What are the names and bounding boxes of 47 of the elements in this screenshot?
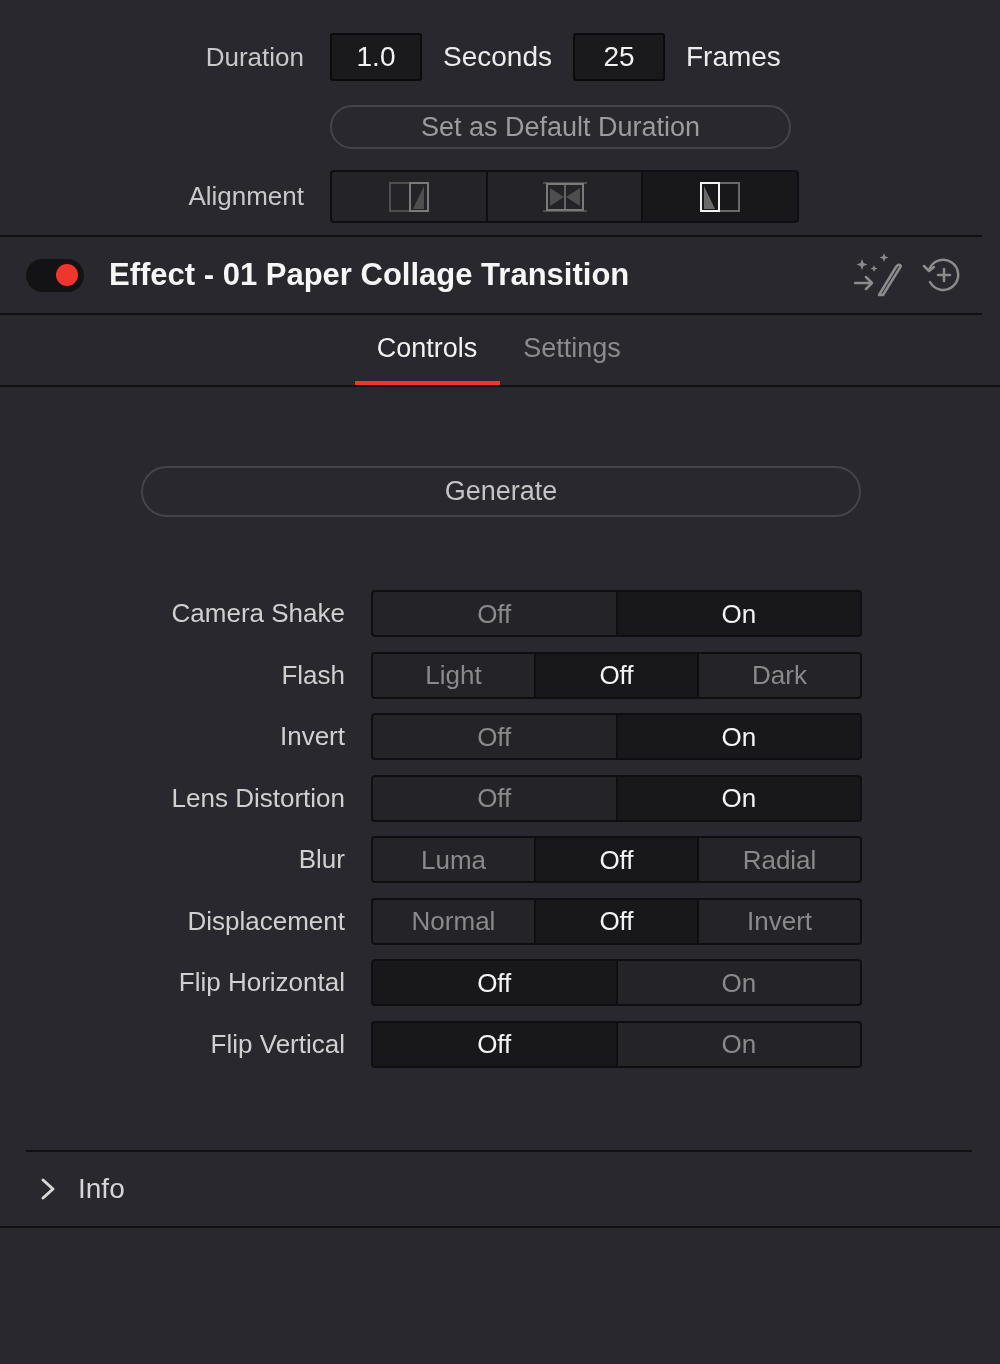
- segment-option[interactable]: On: [617, 961, 860, 1004]
- segment-option[interactable]: Off: [373, 961, 616, 1004]
- info-section-toggle[interactable]: Info: [0, 1151, 300, 1226]
- bowtie-frame-icon: [542, 181, 587, 212]
- segment-option[interactable]: Luma: [373, 838, 534, 881]
- magic-wand-button[interactable]: [854, 253, 902, 297]
- split-box-left-icon: [700, 181, 741, 212]
- alignment-option[interactable]: [643, 172, 797, 221]
- segment-option[interactable]: Off: [536, 838, 697, 881]
- control-label: Flip Horizontal: [177, 966, 345, 999]
- segment-option[interactable]: On: [617, 1022, 860, 1066]
- control-label: Flip Vertical: [209, 1027, 345, 1061]
- segment-option[interactable]: Off: [373, 776, 616, 820]
- segment-option[interactable]: Off: [373, 1022, 616, 1066]
- duration-label: Duration: [204, 40, 304, 74]
- control-label: Flash: [280, 658, 345, 692]
- frames-label: Frames: [685, 40, 781, 74]
- segment-option[interactable]: Off: [373, 592, 616, 635]
- segment-option[interactable]: Light: [373, 653, 534, 697]
- magic-wand-icon: [854, 253, 902, 297]
- segment-option[interactable]: On: [617, 776, 860, 820]
- reset-button[interactable]: [922, 258, 960, 292]
- alignment-label: Alignment: [187, 180, 304, 213]
- segment-option[interactable]: Radial: [699, 838, 860, 881]
- segment-option[interactable]: Dark: [699, 653, 860, 697]
- segment-option[interactable]: Off: [536, 653, 697, 697]
- control-label: Camera Shake: [170, 597, 345, 630]
- frames-input[interactable]: 25: [572, 33, 665, 81]
- control-label: Invert: [278, 720, 345, 753]
- control-label: Displacement: [186, 904, 345, 938]
- segment-option[interactable]: On: [617, 592, 860, 635]
- segment-option[interactable]: On: [617, 715, 860, 758]
- seconds-input[interactable]: 1.0: [330, 33, 422, 81]
- segment-option[interactable]: Off: [373, 715, 616, 758]
- enable-toggle[interactable]: [26, 258, 84, 292]
- split-box-right-icon: [388, 181, 429, 212]
- tab[interactable]: Settings: [499, 315, 645, 385]
- set-default-duration-button[interactable]: Set as Default Duration: [330, 105, 791, 149]
- segment-option[interactable]: Normal: [373, 899, 534, 943]
- seconds-label: Seconds: [443, 40, 552, 74]
- effect-title: Effect - 01 Paper Collage Transition: [109, 255, 630, 294]
- reset-icon: [922, 258, 960, 292]
- control-label: Blur: [297, 843, 345, 876]
- generate-button[interactable]: Generate: [141, 466, 861, 517]
- segment-option[interactable]: Off: [536, 899, 697, 943]
- segment-option[interactable]: Invert: [699, 899, 860, 943]
- control-label: Lens Distortion: [170, 781, 345, 815]
